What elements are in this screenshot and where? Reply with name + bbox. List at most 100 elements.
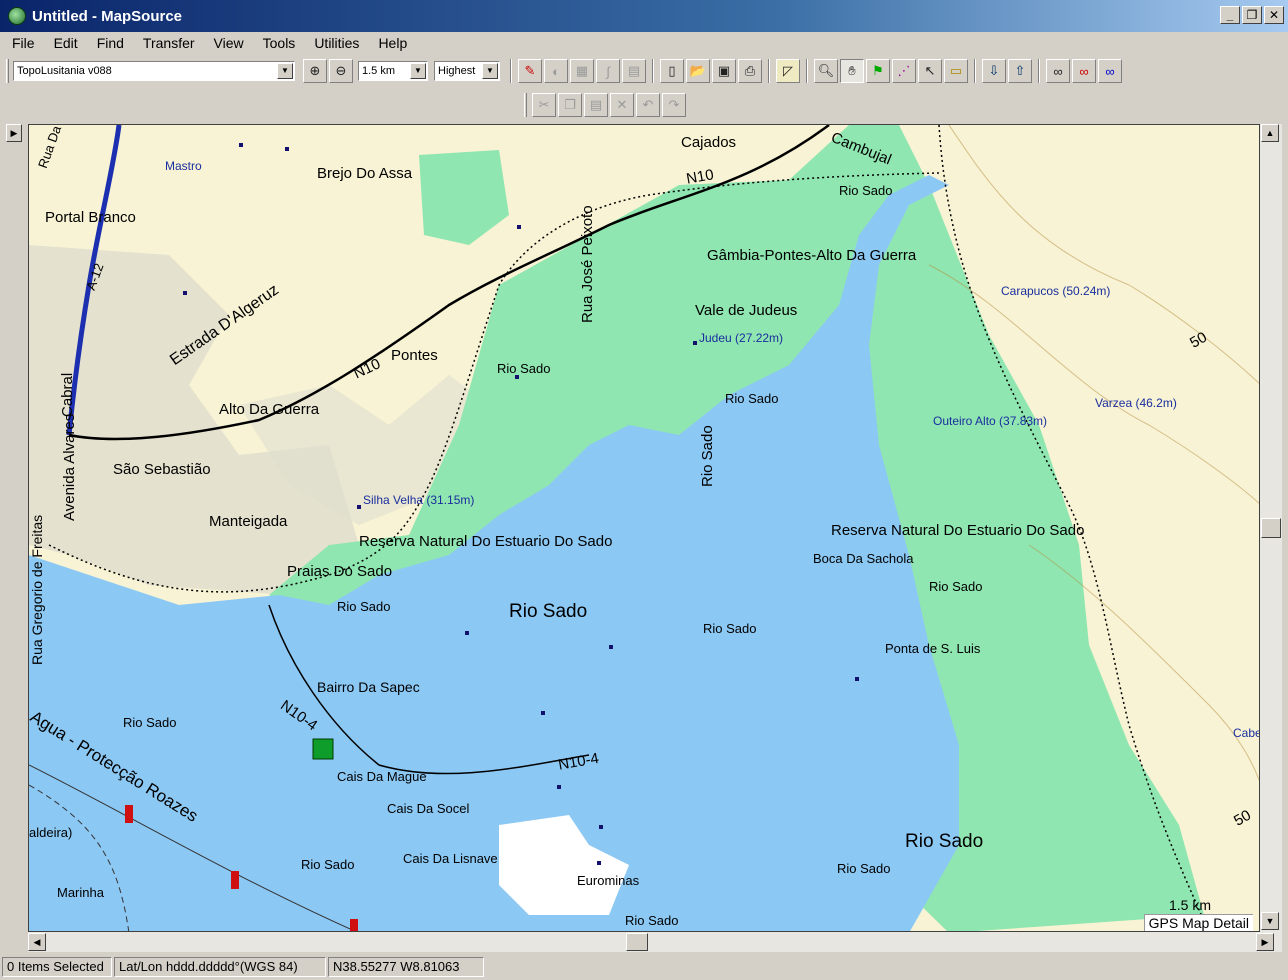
map-label-marinha: Marinha [57,885,104,900]
route-tool-button[interactable]: ⋰ [892,59,916,83]
chevron-down-icon[interactable]: ▼ [482,63,498,79]
restore-button[interactable]: ❐ [1242,6,1262,24]
zoom-in-icon: ⊕ [309,63,321,78]
left-panel-toggle[interactable]: ▶ [6,124,22,144]
status-bar: 0 Items Selected Lat/Lon hddd.ddddd°(WGS… [0,955,1288,979]
new-button[interactable]: ▯ [660,59,684,83]
find-nearest-button[interactable]: ∞ [1098,59,1122,83]
find-button[interactable]: ∞ [1046,59,1070,83]
gps-map-detail-label: GPS Map Detail [1143,914,1253,931]
map-select-tool-button[interactable]: ◸ [776,59,800,83]
map-tool-icon: ▤ [627,63,641,78]
map-label-cabe: Cabe [1233,726,1260,740]
map-view[interactable]: Mastro Brejo Do Assa Portal Branco Estra… [28,124,1260,932]
select-maps-button[interactable]: ✎ [518,59,542,83]
hand-tool-button[interactable]: ✋︎ [840,59,864,83]
close-button[interactable]: ✕ [1264,6,1284,24]
main-toolbar: TopoLusitania v088 ▼ ⊕ ⊖ 1.5 km ▼ Highes… [6,56,1282,86]
horizontal-scrollbar[interactable]: ◀ ▶ [28,932,1282,952]
map-label-cajados: Cajados [681,134,737,151]
map-tool-3-button[interactable]: ▦ [570,59,594,83]
menu-bar: File Edit Find Transfer View Tools Utili… [0,32,1288,54]
vertical-scroll-thumb[interactable] [1261,518,1281,538]
map-label-manteigada: Manteigada [209,513,288,530]
map-scale: 1.5 km [1168,897,1211,913]
zoom-level-select[interactable]: 1.5 km ▼ [358,61,428,81]
chevron-right-icon[interactable]: ▶ [6,124,22,142]
chevron-down-icon[interactable]: ▼ [410,63,426,79]
selection-tool-button[interactable]: ↖ [918,59,942,83]
copy-button[interactable]: ❐ [558,93,582,117]
map-label-rio-sado: Rio Sado [625,913,679,928]
map-label-rio-sado: Rio Sado [337,599,391,614]
menu-tools[interactable]: Tools [251,35,303,51]
menu-file[interactable]: File [0,35,42,51]
map-label-gambia: Gâmbia-Pontes-Alto Da Guerra [707,247,917,264]
minimize-button[interactable]: _ [1220,6,1240,24]
floppy-icon: ▣ [717,63,731,78]
map-label-portal-branco: Portal Branco [45,209,136,226]
menu-transfer[interactable]: Transfer [131,35,202,51]
undo-button[interactable]: ↶ [636,93,660,117]
find-places-button[interactable]: ∞ [1072,59,1096,83]
undo-icon: ↶ [642,97,654,112]
waypoint-tool-button[interactable]: ⚑ [866,59,890,83]
map-label-carapucos: Carapucos (50.24m) [1001,284,1111,298]
map-tool-4-button[interactable]: ∫ [596,59,620,83]
toolbar-separator [974,59,976,83]
mapsource-globe-icon [8,7,26,25]
map-label-rio-sado-main: Rio Sado [509,601,588,622]
toolbar-grip[interactable] [6,59,9,83]
binoculars-icon: ∞ [1053,63,1063,79]
print-button[interactable]: ⎙ [738,59,762,83]
map-label-rua-jose: Rua José Peixoto [579,205,596,323]
status-position-format: Lat/Lon hddd.ddddd°(WGS 84) [114,957,326,977]
menu-help[interactable]: Help [366,35,414,51]
map-label-outeiro: Outeiro Alto (37.83m) [933,414,1048,428]
map-label-cabral: Cabral [59,372,76,417]
map-label-gregorio: Rua Gregorio de Freitas [29,514,45,665]
menu-find[interactable]: Find [85,35,131,51]
menu-edit[interactable]: Edit [42,35,85,51]
detail-value: Highest [438,65,476,77]
map-label-mastro: Mastro [165,159,202,173]
send-to-device-button[interactable]: ⇧ [1008,59,1032,83]
title-bar[interactable]: Untitled - MapSource _ ❐ ✕ [0,0,1288,32]
toolbar-separator [510,59,512,83]
map-label-cais-socel: Cais Da Socel [387,801,470,816]
redo-button[interactable]: ↷ [662,93,686,117]
zoom-in-button[interactable]: ⊕ [303,59,327,83]
cut-button[interactable]: ✂ [532,93,556,117]
save-button[interactable]: ▣ [712,59,736,83]
delete-button[interactable]: ✕ [610,93,634,117]
map-product-value: TopoLusitania v088 [17,65,112,77]
scroll-down-arrow-icon[interactable]: ▼ [1261,912,1279,930]
edit-toolbar: ✂ ❐ ▤ ✕ ↶ ↷ [524,90,687,120]
map-label-vale-judeus: Vale de Judeus [695,302,798,319]
zoom-level-value: 1.5 km [362,65,396,77]
paste-button[interactable]: ▤ [584,93,608,117]
detail-select[interactable]: Highest ▼ [434,61,500,81]
menu-view[interactable]: View [202,35,251,51]
map-label-reserva-east: Reserva Natural Do Estuario Do Sado [831,522,1085,539]
horizontal-scroll-thumb[interactable] [626,933,648,951]
status-coordinates: N38.55277 W8.81063 [328,957,484,977]
map-product-select[interactable]: TopoLusitania v088 ▼ [13,61,295,81]
vertical-scrollbar[interactable]: ▲ ▼ [1260,124,1282,932]
map-tool-5-button[interactable]: ▤ [622,59,646,83]
zoom-out-button[interactable]: ⊖ [329,59,353,83]
erase-maps-button[interactable]: ◐ [544,59,568,83]
toolbar-grip[interactable] [524,93,527,117]
distance-tool-button[interactable]: ▭ [944,59,968,83]
open-button[interactable]: 📂 [686,59,710,83]
scroll-left-arrow-icon[interactable]: ◀ [28,933,46,951]
map-label-sao-sebastiao: São Sebastião [113,461,211,478]
map-tool-icon: ▦ [575,63,589,78]
receive-from-device-button[interactable]: ⇩ [982,59,1006,83]
toolbar-separator [768,59,770,83]
menu-utilities[interactable]: Utilities [302,35,366,51]
chevron-down-icon[interactable]: ▼ [277,63,293,79]
zoom-tool-button[interactable]: 🔍︎ [814,59,838,83]
scroll-right-arrow-icon[interactable]: ▶ [1256,933,1274,951]
scroll-up-arrow-icon[interactable]: ▲ [1261,124,1279,142]
